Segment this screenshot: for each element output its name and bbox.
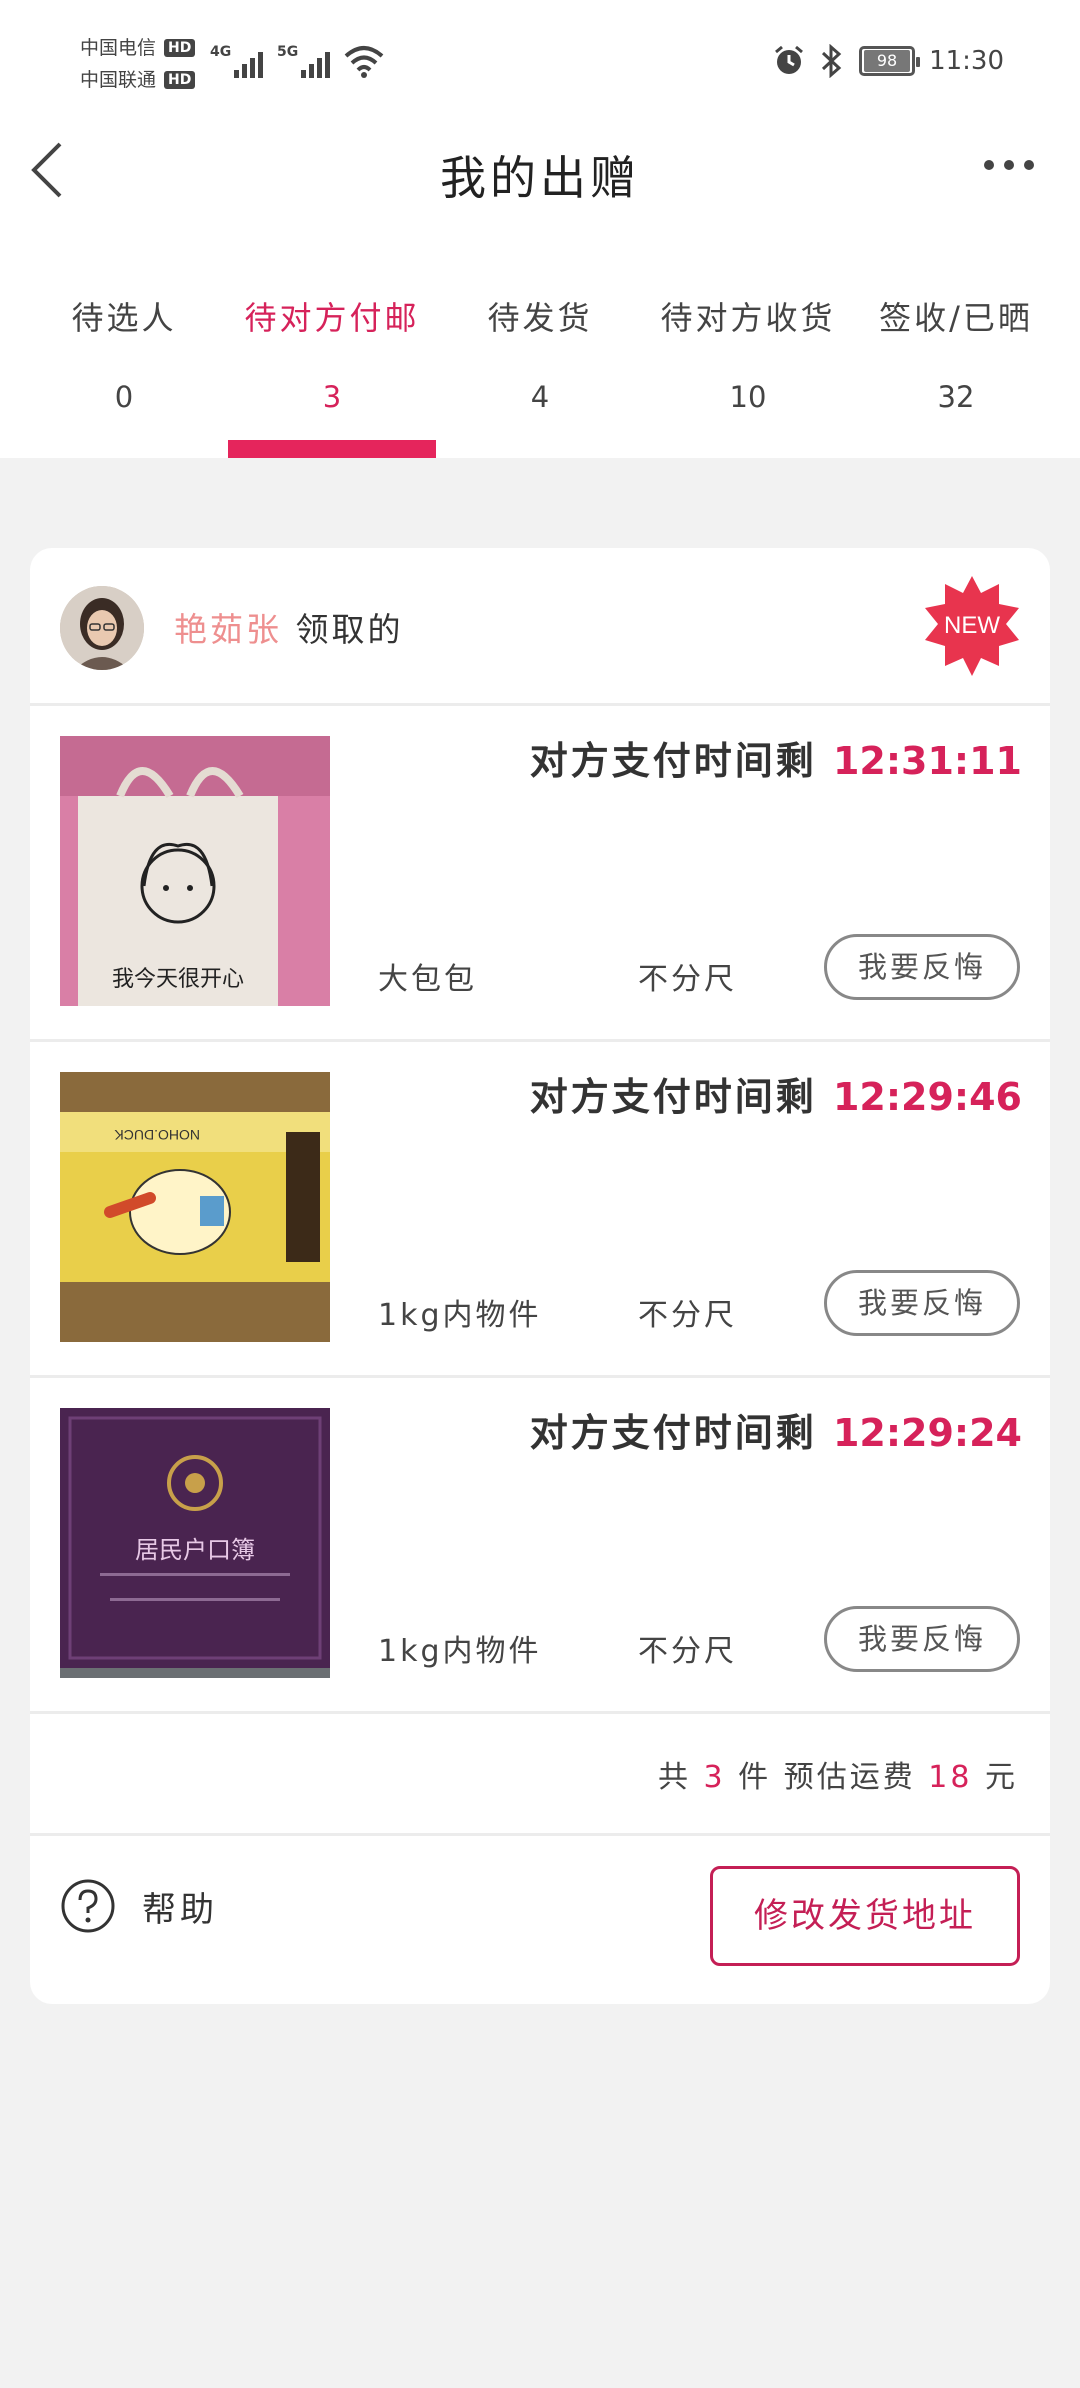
item-name: 大包包: [378, 962, 477, 997]
status-right: 98 11:30: [773, 44, 1004, 78]
item-name: 1kg内物件: [378, 1298, 542, 1333]
thumb-caption: 居民户口簿: [135, 1536, 255, 1564]
item-thumbnail[interactable]: 居民户口簿: [60, 1408, 330, 1678]
summary-prefix: 共: [657, 1760, 691, 1795]
wifi-icon: [344, 46, 384, 78]
list-item: 我今天很开心 对方支付时间剩 12:31:11 大包包 不分尺 我要反悔: [30, 706, 1050, 1042]
summary-count: 3: [703, 1760, 726, 1795]
claim-row: 艳茹张 领取的 NEW: [30, 548, 1050, 706]
tab-pending-receipt[interactable]: 待对方收货 10: [644, 280, 852, 458]
hd-badge: HD: [164, 71, 196, 89]
regret-button[interactable]: 我要反悔: [824, 1270, 1020, 1336]
tab-pending-selection[interactable]: 待选人 0: [20, 280, 228, 458]
summary-suffix: 元: [985, 1760, 1018, 1795]
tab-label: 待对方付邮: [244, 299, 420, 337]
tab-pending-shipment[interactable]: 待发货 4: [436, 280, 644, 458]
status-tabs: 待选人 0 待对方付邮 3 待发货 4 待对方收货 10 签收/已晒 32: [20, 280, 1060, 458]
countdown-label: 对方支付时间剩: [529, 739, 817, 783]
tab-count: 4: [530, 380, 550, 414]
shipping-summary: 共 3 件 预估运费 18 元: [30, 1714, 1050, 1836]
summary-fee: 18: [928, 1760, 973, 1795]
tab-label: 待发货: [487, 299, 593, 337]
battery-level: 98: [864, 50, 911, 72]
countdown-label: 对方支付时间剩: [529, 1075, 817, 1119]
more-options-icon[interactable]: [984, 160, 1034, 170]
hd-badge: HD: [164, 39, 196, 57]
new-badge: NEW: [922, 576, 1022, 676]
status-bar: 中国电信 HD 中国联通 HD 4G 5G 98 11:30: [0, 0, 1080, 120]
item-thumbnail[interactable]: NOHO.DUCK: [60, 1072, 330, 1342]
carrier-2: 中国联通: [80, 69, 157, 91]
item-size: 不分尺: [638, 1634, 737, 1669]
summary-text: 共 3 件 预估运费 18 元: [658, 1752, 1018, 1796]
help-link[interactable]: 帮助: [60, 1878, 218, 1934]
claim-text: 艳茹张 领取的: [174, 603, 404, 651]
payment-countdown: 对方支付时间剩 12:31:11: [530, 730, 1022, 785]
list-item: NOHO.DUCK 对方支付时间剩 12:29:46 1kg内物件 不分尺 我要…: [30, 1042, 1050, 1378]
list-item: 居民户口簿 对方支付时间剩 12:29:24 1kg内物件 不分尺 我要反悔: [30, 1378, 1050, 1714]
payment-countdown: 对方支付时间剩 12:29:46: [530, 1066, 1022, 1121]
bluetooth-icon: [822, 44, 842, 78]
countdown-label: 对方支付时间剩: [529, 1411, 817, 1455]
tab-count: 10: [729, 380, 767, 414]
order-card: 艳茹张 领取的 NEW 我今天很开心 对方支付时间剩 12:31:11 大包包 …: [30, 548, 1050, 2004]
claim-suffix: 领取的: [295, 610, 404, 649]
thumb-caption: NOHO.DUCK: [114, 1127, 200, 1143]
signal-indicators: 4G 5G: [210, 44, 384, 78]
page-title: 我的出赠: [440, 151, 640, 205]
new-badge-text: NEW: [944, 612, 1000, 639]
alarm-icon: [775, 45, 804, 74]
countdown-time: 12:29:24: [832, 1411, 1022, 1455]
thumb-caption: 我今天很开心: [112, 967, 244, 992]
avatar[interactable]: [60, 586, 144, 670]
summary-mid: 件 预估运费: [738, 1760, 916, 1795]
tab-label: 待对方收货: [660, 299, 836, 337]
payment-countdown: 对方支付时间剩 12:29:24: [530, 1402, 1022, 1457]
network-type-1: 4G: [210, 44, 232, 60]
tab-label: 待选人: [71, 299, 177, 337]
claimer-name[interactable]: 艳茹张: [174, 610, 282, 649]
countdown-time: 12:31:11: [832, 739, 1022, 783]
tab-pending-postage[interactable]: 待对方付邮 3: [228, 280, 436, 458]
signal-icon: 5G: [277, 44, 330, 78]
carrier-info: 中国电信 HD 中国联通 HD: [80, 32, 196, 96]
countdown-time: 12:29:46: [832, 1075, 1022, 1119]
network-type-2: 5G: [277, 44, 299, 60]
tab-received[interactable]: 签收/已晒 32: [852, 280, 1060, 458]
help-icon: [61, 1879, 115, 1933]
tab-label: 签收/已晒: [879, 299, 1033, 337]
item-thumbnail[interactable]: 我今天很开心: [60, 736, 330, 1006]
tab-count: 3: [322, 380, 342, 414]
tab-count: 0: [114, 380, 134, 414]
app-header: 我的出赠: [0, 120, 1080, 220]
tab-count: 32: [937, 380, 975, 414]
item-size: 不分尺: [638, 962, 737, 997]
active-tab-indicator: [228, 440, 436, 458]
item-size: 不分尺: [638, 1298, 737, 1333]
signal-icon: 4G: [210, 44, 263, 78]
regret-button[interactable]: 我要反悔: [824, 1606, 1020, 1672]
item-name: 1kg内物件: [378, 1634, 542, 1669]
carrier-1: 中国电信: [80, 37, 157, 59]
change-address-button[interactable]: 修改发货地址: [710, 1866, 1020, 1966]
battery-icon: 98: [859, 46, 921, 76]
regret-button[interactable]: 我要反悔: [824, 934, 1020, 1000]
clock: 11:30: [929, 46, 1004, 76]
help-label: 帮助: [142, 1889, 218, 1930]
